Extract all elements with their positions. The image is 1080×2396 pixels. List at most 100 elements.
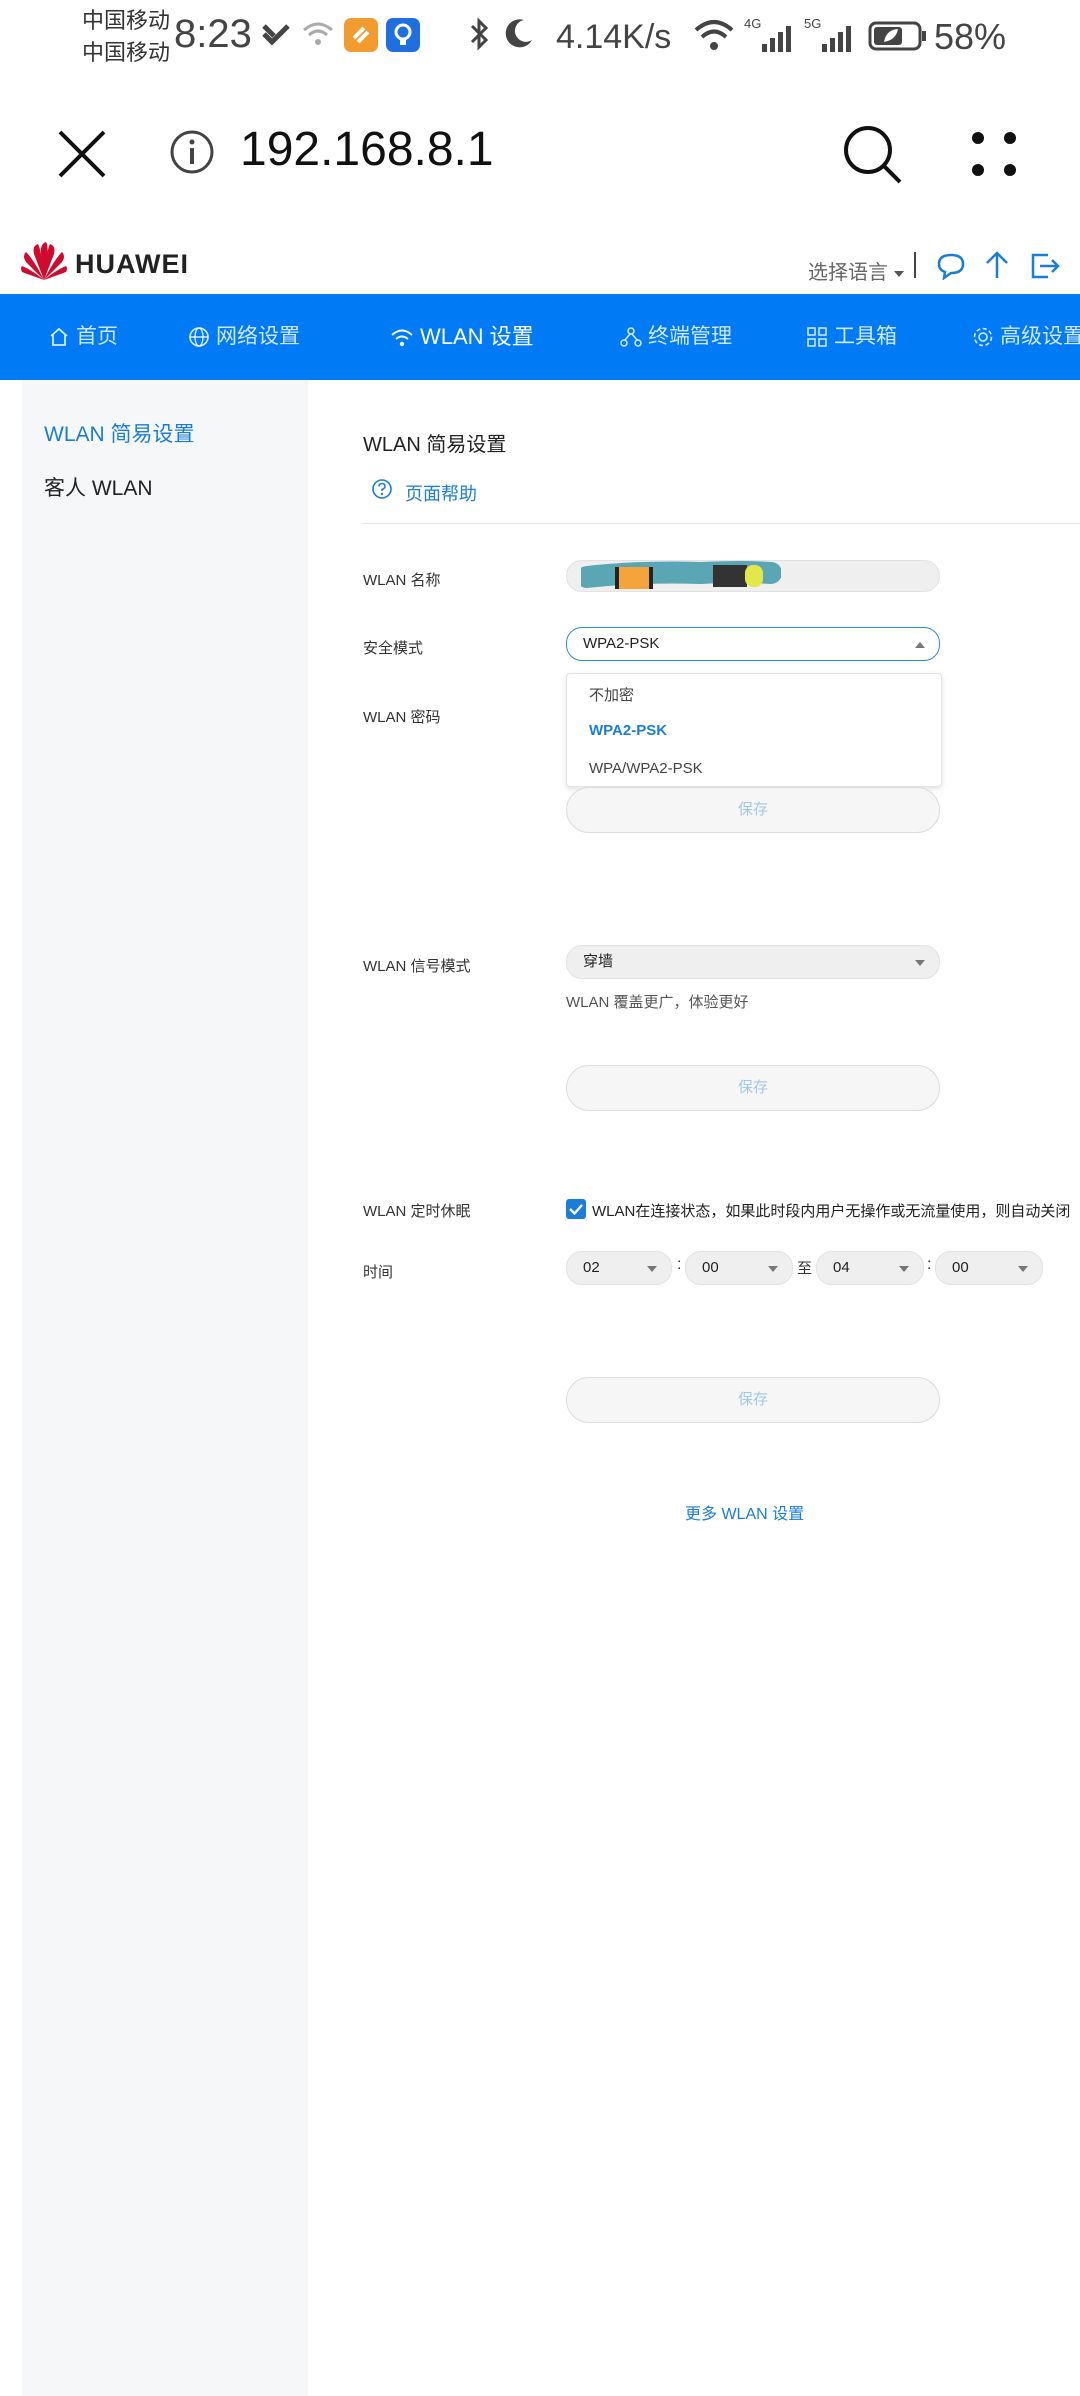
nav-network-label: 网络设置 (216, 325, 300, 348)
net-5g-label: 5G (804, 16, 822, 31)
upload-icon[interactable] (982, 250, 1012, 285)
nav-devices-label: 终端管理 (648, 325, 732, 348)
chevron-down-icon (647, 1266, 657, 1272)
wifi-small-icon (302, 20, 334, 53)
devices-icon (620, 327, 642, 348)
nav-home[interactable]: 首页 (48, 294, 118, 380)
option-wpa2-psk[interactable]: WPA2-PSK (589, 722, 667, 739)
chevron-down-icon (768, 1266, 778, 1272)
home-icon (50, 328, 68, 347)
language-select[interactable]: 选择语言 (808, 256, 904, 285)
nav-advanced[interactable]: 高级设置 (972, 294, 1080, 380)
wlan-password-label: WLAN 密码 (363, 709, 441, 726)
sleep-description-wrap: WLAN在连接状态，如果此时段内用户无操作或无流量使用，则自动关闭 (592, 1200, 1080, 1221)
status-bar: 中国移动 中国移动 8:23 4.14K/s 4G 5G 58% (0, 0, 1080, 70)
nav-devices[interactable]: 终端管理 (620, 294, 732, 380)
signal-mode-hint: WLAN 覆盖更广，体验更好 (566, 994, 749, 1011)
main-nav: 首页 网络设置 WLAN 设置 终端管理 工具箱 高级设置 (0, 294, 1080, 380)
search-icon[interactable] (840, 122, 904, 191)
sleep-checkbox[interactable] (566, 1199, 586, 1219)
end-hour-select[interactable]: 04 (816, 1251, 924, 1285)
nav-home-label: 首页 (76, 325, 118, 348)
nav-advanced-label: 高级设置 (1000, 325, 1080, 348)
start-hour-value: 02 (583, 1259, 600, 1276)
save-button-security[interactable]: 保存 (566, 787, 940, 833)
time-to-label: 至 (797, 1260, 813, 1277)
message-icon[interactable] (936, 252, 966, 285)
start-minute-value: 00 (702, 1259, 719, 1276)
browser-bar: 192.168.8.1 (0, 70, 1080, 240)
nav-wlan-label: WLAN 设置 (420, 324, 534, 349)
brand-name: HUAWEI (75, 249, 189, 279)
redaction-scribble (581, 561, 781, 589)
page-title: WLAN 简易设置 (363, 434, 507, 456)
battery-icon (868, 20, 928, 57)
wlan-name-label: WLAN 名称 (363, 572, 441, 589)
more-menu-icon[interactable] (966, 126, 1026, 191)
start-minute-select[interactable]: 00 (685, 1251, 793, 1285)
time-colon-1: : (677, 1256, 682, 1273)
network-speed: 4.14K/s (556, 18, 672, 56)
chevron-down-icon (1018, 1266, 1028, 1272)
orange-app-icon (344, 18, 378, 52)
sidebar-item-guest-wlan[interactable]: 客人 WLAN (44, 472, 153, 502)
nav-toolbox[interactable]: 工具箱 (806, 294, 897, 380)
sleep-label: WLAN 定时休眠 (363, 1203, 471, 1220)
help-circle-icon[interactable] (371, 478, 393, 505)
save-button-signal[interactable]: 保存 (566, 1065, 940, 1111)
chevron-down-icon (915, 960, 925, 966)
security-mode-dropdown: 不加密 WPA2-PSK WPA/WPA2-PSK (566, 673, 942, 787)
clock: 8:23 (174, 12, 252, 56)
nav-wlan[interactable]: WLAN 设置 (390, 294, 534, 380)
close-icon[interactable] (54, 126, 110, 187)
security-mode-value: WPA2-PSK (583, 635, 660, 652)
chevron-up-icon (915, 642, 925, 648)
globe-icon (189, 327, 209, 348)
sidebar-item-wlan-basic[interactable]: WLAN 简易设置 (44, 418, 195, 448)
security-mode-label: 安全模式 (363, 640, 424, 657)
language-label: 选择语言 (808, 262, 888, 284)
battery-percent: 58% (934, 16, 1007, 57)
option-wpa-wpa2-psk[interactable]: WPA/WPA2-PSK (589, 760, 703, 777)
option-none[interactable]: 不加密 (589, 684, 634, 705)
gear-icon (973, 328, 993, 347)
time-colon-2: : (927, 1256, 932, 1273)
page-help-link[interactable]: 页面帮助 (405, 480, 477, 506)
time-label: 时间 (363, 1264, 394, 1281)
carrier-2: 中国移动 (82, 40, 171, 65)
sleep-description: WLAN在连接状态，如果此时段内用户无操作或无流量使用，则自动关闭 (592, 1203, 1071, 1220)
huawei-logo-icon (20, 240, 68, 287)
signal-mode-select[interactable]: 穿墙 (566, 945, 940, 979)
chevron-down-icon (893, 270, 904, 277)
signal-1-icon (760, 24, 794, 57)
end-minute-select[interactable]: 00 (935, 1251, 1043, 1285)
wlan-name-input[interactable] (566, 560, 940, 592)
blue-app-icon (386, 18, 420, 52)
more-wlan-settings-link[interactable]: 更多 WLAN 设置 (685, 1500, 804, 1524)
content-divider (363, 523, 1080, 524)
info-icon[interactable] (168, 128, 216, 181)
wifi-icon (694, 18, 734, 57)
carrier-1: 中国移动 (82, 8, 171, 33)
wifi-nav-icon (391, 329, 413, 347)
save-button-sleep[interactable]: 保存 (566, 1377, 940, 1423)
chevron-down-icon (899, 1266, 909, 1272)
moon-icon (502, 16, 536, 55)
end-minute-value: 00 (952, 1259, 969, 1276)
nav-network[interactable]: 网络设置 (188, 294, 300, 380)
signal-mode-value: 穿墙 (583, 953, 614, 970)
security-mode-select[interactable]: WPA2-PSK (566, 627, 940, 661)
toolbox-icon (807, 327, 827, 348)
url-text[interactable]: 192.168.8.1 (240, 122, 494, 177)
health-icon (260, 20, 292, 55)
start-hour-select[interactable]: 02 (566, 1251, 672, 1285)
bluetooth-icon (468, 16, 492, 57)
check-icon (569, 1204, 583, 1216)
signal-mode-label: WLAN 信号模式 (363, 958, 471, 975)
net-4g-label: 4G (744, 16, 762, 31)
end-hour-value: 04 (833, 1259, 850, 1276)
signal-2-icon (820, 24, 854, 57)
logout-icon[interactable] (1030, 252, 1062, 285)
header-divider (914, 252, 916, 278)
sidebar: WLAN 简易设置 客人 WLAN (22, 380, 308, 2396)
